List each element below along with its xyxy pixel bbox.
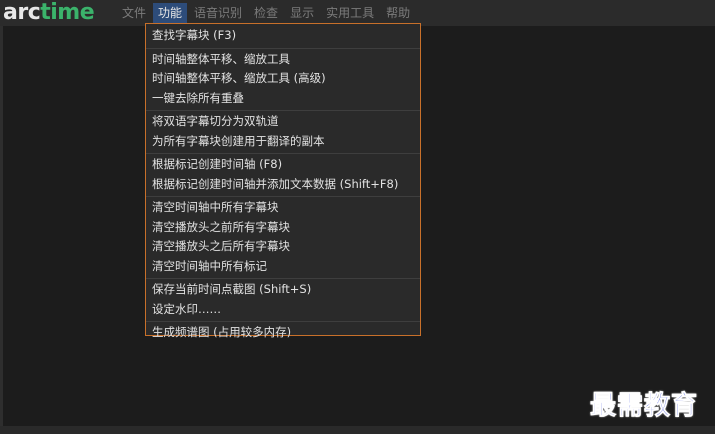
menu-item[interactable]: 清空时间轴中所有标记 (146, 257, 420, 277)
menu-check[interactable]: 检查 (249, 3, 283, 23)
menu-item[interactable]: 清空播放头之前所有字幕块 (146, 218, 420, 238)
watermark-logo: 最需教育 (590, 391, 699, 422)
menu-item[interactable]: 为所有字幕块创建用于翻译的副本 (146, 132, 420, 152)
menu-help[interactable]: 帮助 (381, 3, 415, 23)
menu-item[interactable]: 清空时间轴中所有字幕块 (146, 198, 420, 218)
menu-speech-recognition[interactable]: 语音识别 (189, 3, 247, 23)
menu-group: 清空时间轴中所有字幕块 清空播放头之前所有字幕块 清空播放头之后所有字幕块 清空时间轴… (146, 197, 420, 279)
function-menu-dropdown: 查找字幕块 (F3) 时间轴整体平移、缩放工具 时间轴整体平移、缩放工具 (高级) 一… (145, 23, 421, 339)
menu-group: 将双语字幕切分为双轨道 为所有字幕块创建用于翻译的副本 (146, 111, 420, 154)
logo-time-text: time (40, 0, 95, 25)
menu-item[interactable]: 根据标记创建时间轴并添加文本数据 (Shift+F8) (146, 175, 420, 195)
menu-item[interactable]: 清空播放头之后所有字幕块 (146, 237, 420, 257)
menu-utilities[interactable]: 实用工具 (321, 3, 379, 23)
menu-file[interactable]: 文件 (117, 3, 151, 23)
menu-group: 时间轴整体平移、缩放工具 时间轴整体平移、缩放工具 (高级) 一键去除所有重叠 (146, 49, 420, 111)
arctime-logo: arc time (0, 0, 113, 26)
menu-item[interactable]: 根据标记创建时间轴 (F8) (146, 155, 420, 175)
left-panel-edge (0, 26, 3, 426)
menu-item[interactable]: 保存当前时间点截图 (Shift+S) (146, 280, 420, 300)
menu-group: 查找字幕块 (F3) (146, 25, 420, 49)
menu-item[interactable]: 时间轴整体平移、缩放工具 (高级) (146, 69, 420, 89)
menu-item[interactable]: 将双语字幕切分为双轨道 (146, 112, 420, 132)
bottom-scrollbar[interactable] (0, 426, 715, 434)
menu-item[interactable]: 时间轴整体平移、缩放工具 (146, 50, 420, 70)
menu-function[interactable]: 功能 (153, 3, 188, 23)
menu-group: 生成频谱图 (占用较多内存) (146, 322, 420, 345)
menu-item[interactable]: 生成频谱图 (占用较多内存) (146, 323, 420, 343)
menu-item[interactable]: 设定水印…… (146, 300, 420, 320)
menu-item[interactable]: 查找字幕块 (F3) (146, 26, 420, 46)
menu-item[interactable]: 一键去除所有重叠 (146, 89, 420, 109)
app-window: arc time 文件 功能 语音识别 检查 显示 实用工具 帮助 查找字幕块 (F3) 时间轴… (0, 0, 715, 434)
menu-display[interactable]: 显示 (285, 3, 319, 23)
menu-group: 根据标记创建时间轴 (F8) 根据标记创建时间轴并添加文本数据 (Shift+F8… (146, 154, 420, 197)
logo-arc-text: arc (3, 0, 41, 25)
menu-group: 保存当前时间点截图 (Shift+S) 设定水印…… (146, 279, 420, 322)
